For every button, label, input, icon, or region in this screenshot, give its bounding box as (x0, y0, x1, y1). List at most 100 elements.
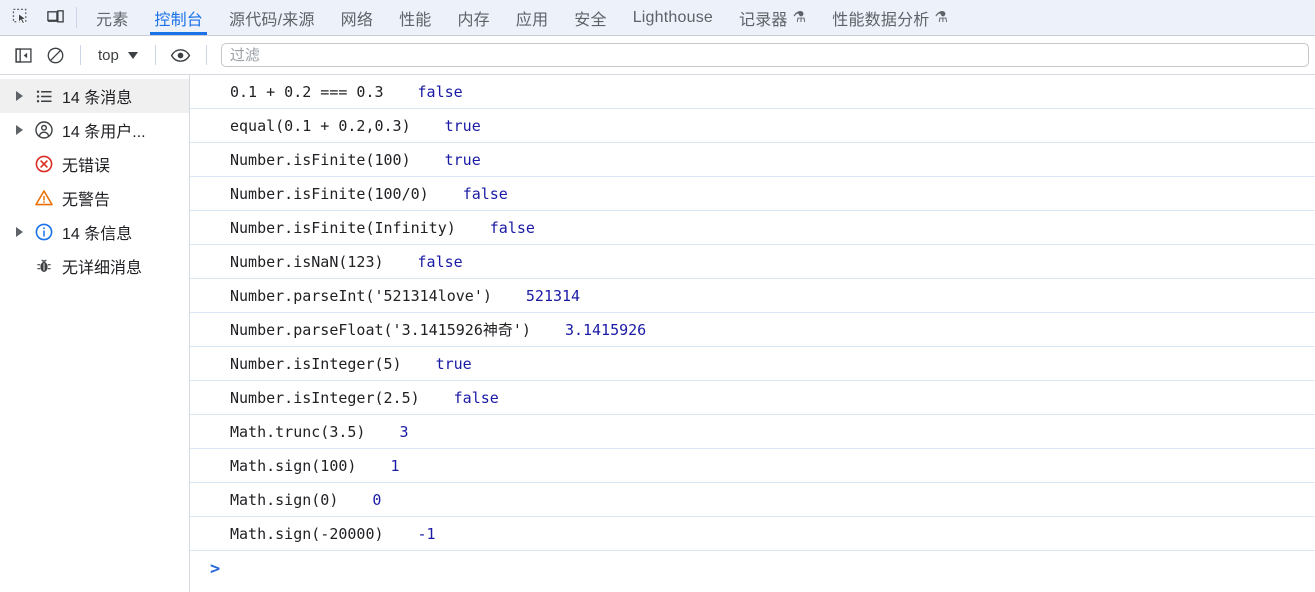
clear-console-icon[interactable] (40, 41, 70, 69)
console-message-row[interactable]: Math.trunc(3.5) 3 (190, 415, 1315, 449)
sidebar-item-label: 无警告 (62, 192, 111, 209)
tab-console[interactable]: 控制台 (141, 0, 216, 35)
inspect-element-icon[interactable] (6, 4, 36, 32)
tab-label: 内存 (457, 11, 490, 29)
user-message-icon (30, 120, 58, 140)
tab-performance[interactable]: 性能 (386, 0, 444, 35)
filter-input[interactable] (220, 43, 1309, 67)
console-message-row[interactable]: Number.isFinite(Infinity) false (190, 211, 1315, 245)
chevron-right-icon (15, 227, 23, 237)
tab-security[interactable]: 安全 (561, 0, 619, 35)
tab-label: 应用 (515, 11, 549, 29)
console-message-row[interactable]: Math.sign(-20000) -1 (190, 517, 1315, 551)
info-icon (30, 222, 58, 242)
chevron-right-icon (15, 91, 23, 101)
console-message-row[interactable]: Number.isInteger(5) true (190, 347, 1315, 381)
console-message-row[interactable]: Number.parseInt('521314love') 521314 (190, 279, 1315, 313)
device-toolbar-icon[interactable] (40, 4, 70, 32)
console-message-label: Number.isNaN(123) (230, 252, 384, 271)
console-message-value: true (444, 116, 481, 135)
experiment-flask-icon: ⚗ (792, 9, 807, 26)
tab-lighthouse[interactable]: Lighthouse (620, 0, 726, 35)
tabbar-divider (76, 7, 77, 28)
console-message-label: equal(0.1 + 0.2,0.3) (230, 116, 411, 135)
console-prompt-row[interactable]: > (190, 551, 1315, 587)
console-message-label: Number.isFinite(Infinity) (230, 218, 456, 237)
console-message-label: Number.isInteger(2.5) (230, 388, 420, 407)
tab-performance-insights[interactable]: 性能数据分析 ⚗ (819, 0, 961, 35)
tab-label: 安全 (574, 11, 607, 29)
console-message-value: false (453, 388, 499, 407)
console-message-row[interactable]: Number.isNaN(123) false (190, 245, 1315, 279)
sidebar-item-label: 14 条消息 (62, 90, 133, 107)
sidebar-item-info[interactable]: 14 条信息 (0, 215, 189, 249)
sidebar-item-warnings[interactable]: 无警告 (0, 181, 189, 215)
sidebar-item-messages[interactable]: 14 条消息 (0, 79, 189, 113)
list-icon (30, 87, 58, 106)
sidebar-item-label: 无错误 (62, 158, 111, 175)
devtools-tabbar: 元素 控制台 源代码/来源 网络 性能 内存 应用 安全 Lighthouse … (0, 0, 1315, 36)
console-toolbar: top (0, 36, 1315, 75)
tab-label: 控制台 (154, 11, 204, 29)
clear-console-glyph (47, 47, 63, 63)
tab-network[interactable]: 网络 (328, 0, 386, 35)
sidebar-item-label: 14 条信息 (62, 226, 133, 243)
console-message-row[interactable]: Number.parseFloat('3.1415926神奇') 3.14159… (190, 313, 1315, 347)
console-message-label: Number.isInteger(5) (230, 354, 402, 373)
live-expression-icon[interactable] (166, 41, 196, 69)
sidebar-item-verbose[interactable]: 无详细消息 (0, 249, 189, 283)
info-glyph (35, 223, 53, 241)
console-message-label: Number.parseInt('521314love') (230, 286, 492, 305)
console-message-row[interactable]: Number.isInteger(2.5) false (190, 381, 1315, 415)
console-message-value: true (444, 150, 481, 169)
toolbar-divider (154, 45, 156, 65)
sidebar-toggle-glyph (14, 47, 32, 63)
sidebar-item-user-messages[interactable]: 14 条用户... (0, 113, 189, 147)
console-message-label: Math.trunc(3.5) (230, 422, 366, 441)
prompt-chevron-icon: > (210, 558, 221, 579)
tab-label: 网络 (340, 11, 374, 29)
tab-elements[interactable]: 元素 (83, 0, 141, 35)
chevron-right-icon (15, 125, 23, 135)
expand-arrow-cell[interactable] (8, 91, 30, 101)
console-message-value: false (417, 252, 463, 271)
tab-recorder[interactable]: 记录器 ⚗ (726, 0, 819, 35)
console-message-list[interactable]: 0.1 + 0.2 === 0.3 false equal(0.1 + 0.2,… (190, 75, 1315, 592)
console-message-row[interactable]: Math.sign(0) 0 (190, 483, 1315, 517)
expand-arrow-cell[interactable] (8, 227, 30, 237)
console-message-value: false (462, 184, 508, 203)
tab-label: 源代码/来源 (229, 11, 315, 29)
tab-label: 记录器 (739, 11, 788, 29)
console-message-label: Math.sign(-20000) (230, 524, 384, 543)
execution-context-selector[interactable]: top (91, 42, 145, 68)
tab-sources[interactable]: 源代码/来源 (216, 0, 328, 35)
console-message-value: false (417, 82, 463, 101)
toolbar-divider (80, 45, 81, 65)
list-glyph (36, 90, 52, 102)
eye-glyph (171, 48, 191, 62)
device-toolbar-glyph (46, 10, 64, 23)
show-console-sidebar-icon[interactable] (8, 41, 38, 69)
console-message-label: Math.sign(100) (230, 456, 357, 475)
console-message-row[interactable]: equal(0.1 + 0.2,0.3) true (190, 109, 1315, 143)
tab-application[interactable]: 应用 (503, 0, 561, 35)
console-message-label: Math.sign(0) (230, 490, 339, 509)
warning-glyph (35, 190, 53, 206)
console-message-value: false (489, 218, 535, 237)
devtools-window: 元素 控制台 源代码/来源 网络 性能 内存 应用 安全 Lighthouse … (0, 0, 1315, 592)
console-message-label: Number.isFinite(100/0) (230, 184, 429, 203)
chevron-down-icon (127, 51, 138, 59)
tab-label: 性能数据分析 (832, 11, 930, 29)
expand-arrow-cell[interactable] (8, 125, 30, 135)
execution-context-label: top (98, 46, 119, 64)
console-message-row[interactable]: Number.isFinite(100/0) false (190, 177, 1315, 211)
console-message-row[interactable]: 0.1 + 0.2 === 0.3 false (190, 75, 1315, 109)
console-message-row[interactable]: Number.isFinite(100) true (190, 143, 1315, 177)
warning-icon (30, 188, 58, 208)
error-glyph (35, 155, 53, 173)
inspect-element-glyph (12, 8, 27, 25)
sidebar-item-errors[interactable]: 无错误 (0, 147, 189, 181)
console-message-value: -1 (417, 524, 436, 543)
console-message-row[interactable]: Math.sign(100) 1 (190, 449, 1315, 483)
tab-memory[interactable]: 内存 (444, 0, 502, 35)
